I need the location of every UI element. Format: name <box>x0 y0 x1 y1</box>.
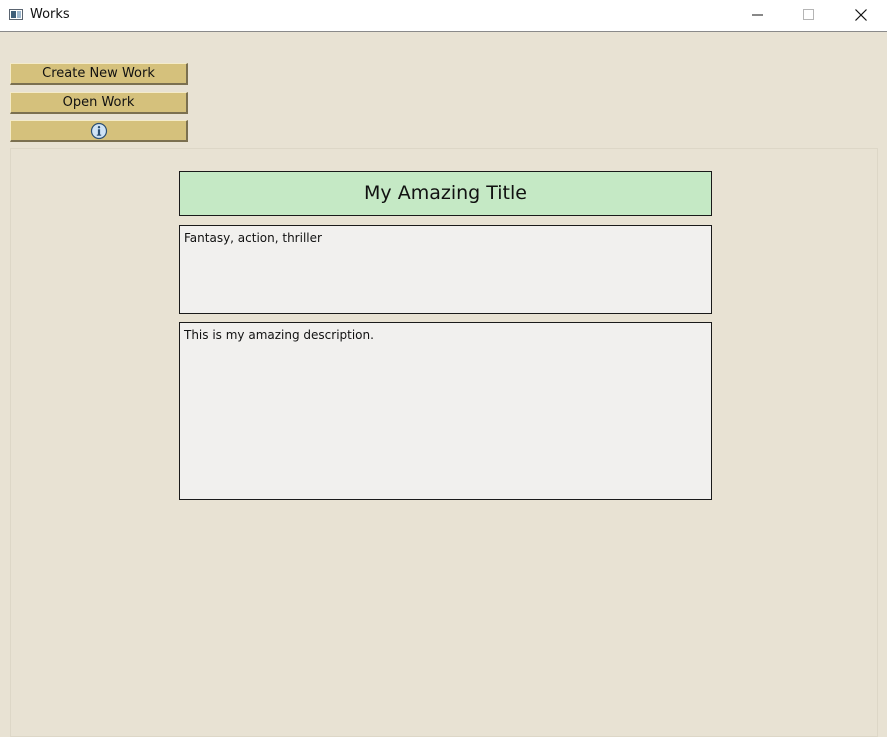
app-window-icon <box>9 9 23 20</box>
work-title-field[interactable]: My Amazing Title <box>179 171 712 216</box>
info-icon <box>90 122 108 140</box>
open-work-button[interactable]: Open Work <box>10 92 188 114</box>
maximize-icon <box>803 9 814 20</box>
create-new-work-button[interactable]: Create New Work <box>10 63 188 85</box>
close-icon <box>855 9 867 21</box>
maximize-button[interactable] <box>786 0 832 31</box>
description-field[interactable]: This is my amazing description. <box>179 322 712 500</box>
title-bar: Works <box>0 0 887 32</box>
minimize-icon <box>752 14 763 16</box>
genres-field[interactable]: Fantasy, action, thriller <box>179 225 712 314</box>
close-button[interactable] <box>838 0 884 31</box>
info-button[interactable] <box>10 120 188 142</box>
minimize-button[interactable] <box>735 0 781 31</box>
window-title: Works <box>30 7 70 22</box>
